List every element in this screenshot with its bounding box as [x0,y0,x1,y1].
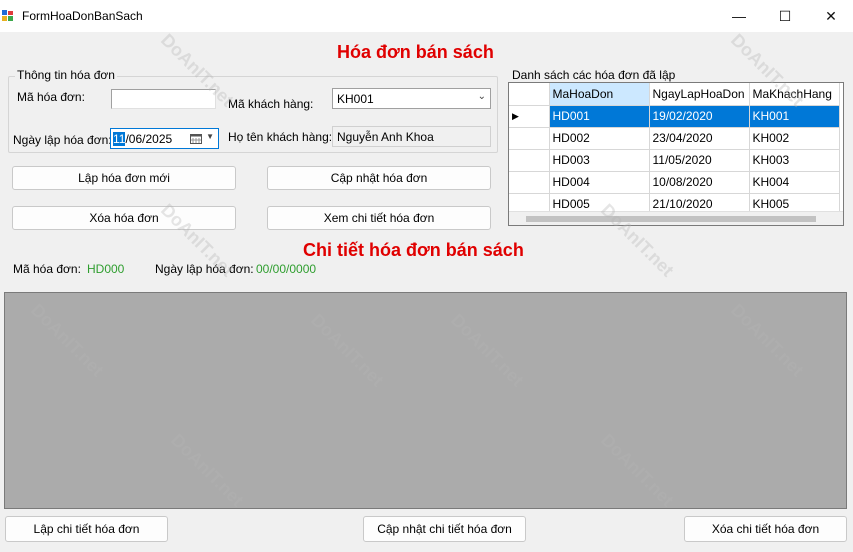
row-header[interactable] [509,127,550,150]
table-cell[interactable]: 11/05/2020 [649,149,750,172]
customer-id-combo[interactable]: KH001 ⌄ [332,88,491,109]
table-row[interactable]: HD003 11/05/2020 KH003 [509,149,840,172]
view-detail-button[interactable]: Xem chi tiết hóa đơn [267,206,491,230]
customer-id-label: Mã khách hàng: [228,97,314,111]
minimize-button[interactable]: — [716,0,762,32]
close-button[interactable]: ✕ [808,0,853,32]
invoice-list-grid[interactable]: MaHoaDon NgayLapHoaDon MaKhachHang ▶ HD0… [508,82,844,226]
update-invoice-button[interactable]: Cập nhật hóa đơn [267,166,491,190]
new-detail-button[interactable]: Lập chi tiết hóa đơn [5,516,168,542]
table-cell[interactable]: 23/04/2020 [649,127,750,150]
customer-name-label: Họ tên khách hàng: [228,130,333,144]
table-row[interactable]: HD002 23/04/2020 KH002 [509,127,840,150]
grid-corner-header [509,83,550,106]
calendar-icon[interactable] [190,133,202,144]
table-cell[interactable]: KH003 [749,149,840,172]
date-day-selected: 11 [113,132,126,146]
column-header[interactable]: MaKhachHang [749,83,840,106]
delete-invoice-button[interactable]: Xóa hóa đơn [12,206,236,230]
detail-invoice-id-value: HD000 [87,262,125,276]
detail-title: Chi tiết hóa đơn bán sách [303,240,524,260]
caret-down-icon: ▼ [206,132,214,141]
row-header-selected-icon[interactable]: ▶ [509,105,550,128]
scrollbar-thumb[interactable] [526,216,816,222]
maximize-button[interactable]: ☐ [762,0,808,32]
table-cell[interactable]: KH001 [749,105,840,128]
window-title: FormHoaDonBanSach [22,9,143,23]
invoice-list-label: Danh sách các hóa đơn đã lập [512,68,676,82]
customer-id-value: KH001 [337,92,374,106]
table-cell[interactable]: HD002 [549,127,650,150]
grid-header-row: MaHoaDon NgayLapHoaDon MaKhachHang [509,83,840,106]
detail-invoice-id-label: Mã hóa đơn: [13,262,81,276]
row-header[interactable] [509,171,550,194]
invoice-info-group-label: Thông tin hóa đơn [15,68,117,82]
new-invoice-button[interactable]: Lập hóa đơn mới [12,166,236,190]
invoice-id-input[interactable] [111,89,216,109]
invoice-detail-grid[interactable] [4,292,847,509]
horizontal-scrollbar[interactable] [509,211,843,225]
invoice-date-picker[interactable]: 11/06/2025 ▼ [110,128,219,149]
update-detail-button[interactable]: Cập nhật chi tiết hóa đơn [363,516,526,542]
table-cell[interactable]: 10/08/2020 [649,171,750,194]
app-icon [2,10,13,21]
table-cell[interactable]: HD003 [549,149,650,172]
date-rest: /06/2025 [125,132,173,146]
delete-detail-button[interactable]: Xóa chi tiết hóa đơn [684,516,847,542]
column-header[interactable]: NgayLapHoaDon [649,83,750,106]
invoice-list-table: MaHoaDon NgayLapHoaDon MaKhachHang ▶ HD0… [509,83,840,216]
table-cell[interactable]: HD001 [549,105,650,128]
column-header[interactable]: MaHoaDon [549,83,650,106]
table-cell[interactable]: 19/02/2020 [649,105,750,128]
chevron-down-icon: ⌄ [477,91,486,102]
row-header[interactable] [509,149,550,172]
invoice-date-label: Ngày lập hóa đơn: [13,133,112,147]
table-cell[interactable]: HD004 [549,171,650,194]
customer-name-field: Nguyễn Anh Khoa [332,126,491,147]
detail-date-value: 00/00/0000 [256,262,317,276]
table-row[interactable]: HD004 10/08/2020 KH004 [509,171,840,194]
table-cell[interactable]: KH004 [749,171,840,194]
invoice-id-label: Mã hóa đơn: [17,90,85,104]
table-cell[interactable]: KH002 [749,127,840,150]
detail-date-label: Ngày lập hóa đơn: [155,262,254,276]
table-row[interactable]: ▶ HD001 19/02/2020 KH001 [509,105,840,128]
main-title: Hóa đơn bán sách [337,42,494,62]
